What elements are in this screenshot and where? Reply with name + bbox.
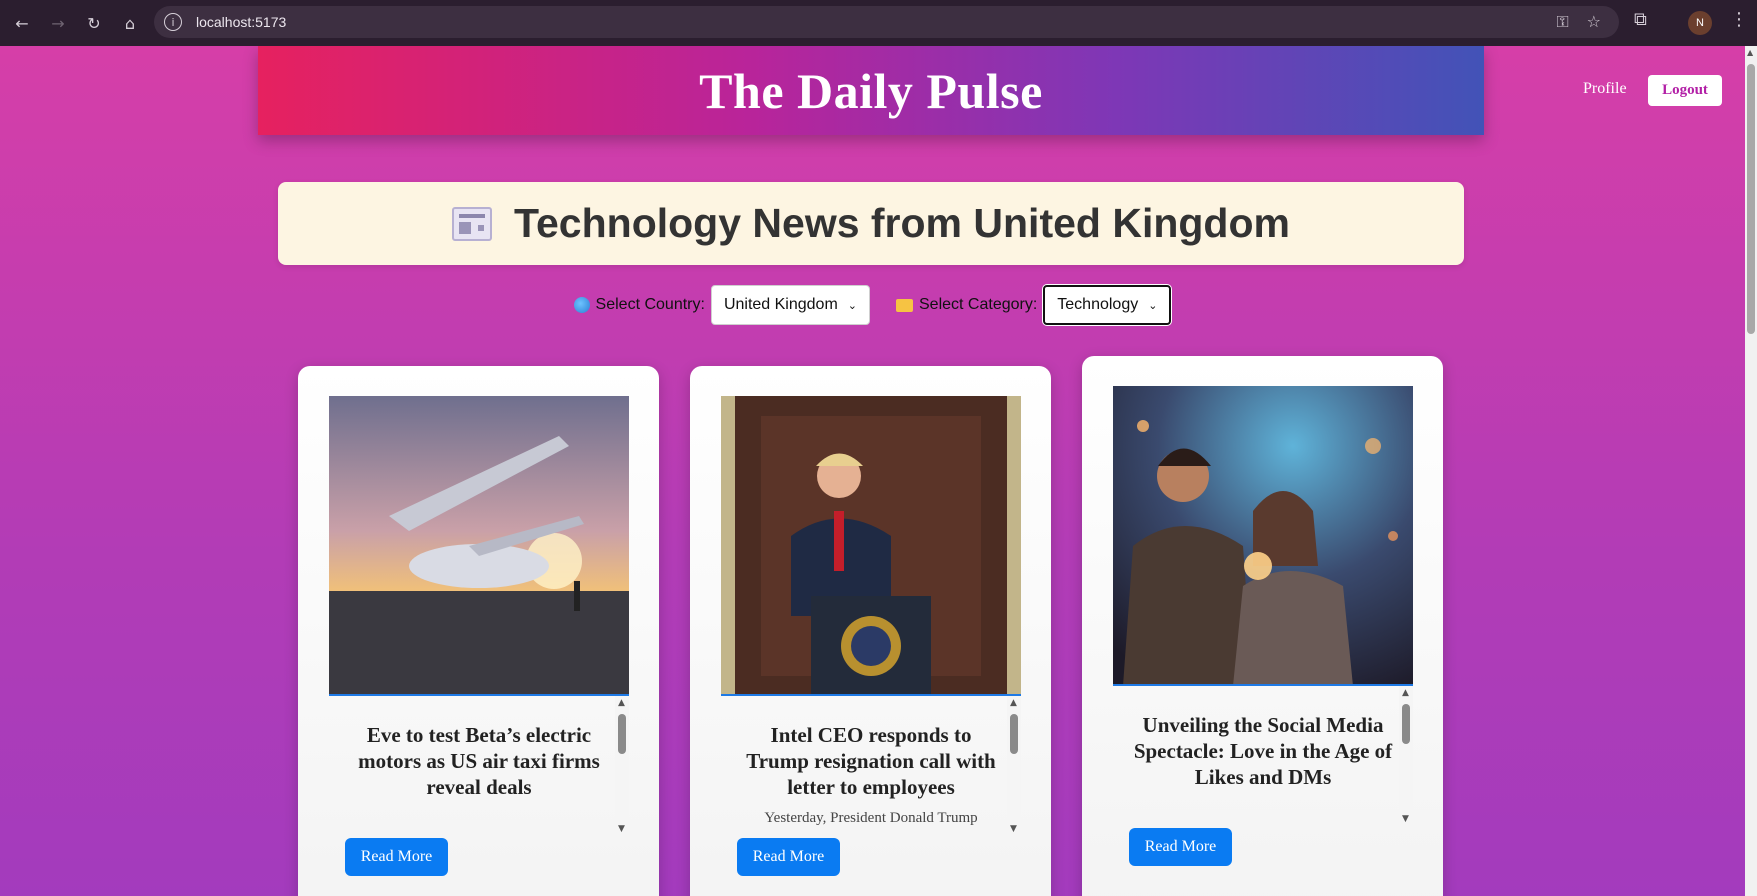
category-select-value: Technology [1057, 296, 1139, 313]
forward-icon[interactable]: → [44, 9, 72, 37]
filter-bar: Select Country: United Kingdom ⌄ Select … [0, 285, 1745, 325]
country-select-value: United Kingdom [723, 296, 838, 313]
article-scrollbar[interactable]: ▲ ▼ [1007, 696, 1021, 836]
scroll-up-icon[interactable]: ▲ [618, 698, 625, 708]
back-icon[interactable]: ← [8, 9, 36, 37]
article-description: Yesterday, President Donald Trump [764, 810, 978, 826]
bookmark-star-icon[interactable]: ☆ [1587, 12, 1601, 32]
article-scrollbar[interactable]: ▲ ▼ [1399, 686, 1413, 826]
scroll-up-icon[interactable]: ▲ [1747, 48, 1753, 57]
article-text[interactable]: Intel CEO responds to Trump resignation … [721, 696, 1021, 836]
read-more-button[interactable]: Read More [737, 838, 840, 876]
site-banner: The Daily Pulse [258, 46, 1484, 135]
article-card: Intel CEO responds to Trump resignation … [690, 366, 1051, 896]
profile-link[interactable]: Profile [1583, 80, 1627, 98]
news-heading: Technology News from United Kingdom [278, 182, 1464, 265]
article-text[interactable]: Eve to test Beta’s electric motors as US… [329, 696, 629, 836]
url-text[interactable]: localhost:5173 [196, 14, 286, 30]
scroll-thumb[interactable] [1402, 704, 1410, 744]
article-card: Unveiling the Social Media Spectacle: Lo… [1082, 356, 1443, 896]
country-label-text: Select Country: [595, 296, 705, 313]
read-more-button[interactable]: Read More [1129, 828, 1232, 866]
scroll-down-icon[interactable]: ▼ [1010, 824, 1017, 834]
country-select[interactable]: United Kingdom ⌄ [710, 285, 870, 325]
page-scroll-thumb[interactable] [1747, 64, 1755, 334]
article-title: Unveiling the Social Media Spectacle: Lo… [1133, 713, 1393, 789]
chevron-down-icon: ⌄ [847, 298, 857, 312]
category-select[interactable]: Technology ⌄ [1043, 285, 1172, 325]
article-card: Eve to test Beta’s electric motors as US… [298, 366, 659, 896]
article-scrollbar[interactable]: ▲ ▼ [615, 696, 629, 836]
country-label: Select Country: [573, 296, 705, 314]
browser-toolbar: ← → ↻ ⌂ i localhost:5173 ⚿ ☆ ⧉ N ⋮ [0, 0, 1757, 46]
article-title: Intel CEO responds to Trump resignation … [746, 723, 996, 799]
page-scrollbar[interactable]: ▲ [1745, 46, 1757, 896]
article-title: Eve to test Beta’s electric motors as US… [358, 723, 600, 799]
article-text[interactable]: Unveiling the Social Media Spectacle: Lo… [1113, 686, 1413, 826]
logout-button[interactable]: Logout [1648, 75, 1722, 106]
menu-icon[interactable]: ⋮ [1730, 9, 1748, 30]
air-taxi-image [329, 396, 629, 696]
globe-icon [573, 297, 590, 313]
president-podium-image [721, 396, 1021, 696]
scroll-thumb[interactable] [618, 714, 626, 754]
scroll-thumb[interactable] [1010, 714, 1018, 754]
key-icon[interactable]: ⚿ [1556, 12, 1568, 32]
extensions-icon[interactable]: ⧉ [1634, 9, 1647, 30]
site-title: The Daily Pulse [699, 62, 1043, 119]
scroll-up-icon[interactable]: ▲ [1010, 698, 1017, 708]
chevron-down-icon: ⌄ [1148, 298, 1158, 312]
page-title: Technology News from United Kingdom [514, 200, 1290, 246]
home-icon[interactable]: ⌂ [116, 9, 144, 37]
read-more-button[interactable]: Read More [345, 838, 448, 876]
profile-avatar[interactable]: N [1688, 11, 1712, 35]
page-viewport: The Daily Pulse Profile Logout Technolog… [0, 46, 1745, 896]
category-label-text: Select Category: [919, 296, 1038, 313]
reload-icon[interactable]: ↻ [80, 9, 108, 37]
folder-icon [896, 298, 913, 312]
scroll-up-icon[interactable]: ▲ [1402, 688, 1409, 698]
scroll-down-icon[interactable]: ▼ [1402, 814, 1409, 824]
newspaper-icon [452, 206, 492, 241]
couple-phone-image [1113, 386, 1413, 686]
category-label: Select Category: [896, 296, 1037, 314]
address-bar[interactable]: i localhost:5173 ⚿ ☆ [154, 6, 1619, 38]
site-info-icon[interactable]: i [164, 13, 182, 31]
scroll-down-icon[interactable]: ▼ [618, 824, 625, 834]
